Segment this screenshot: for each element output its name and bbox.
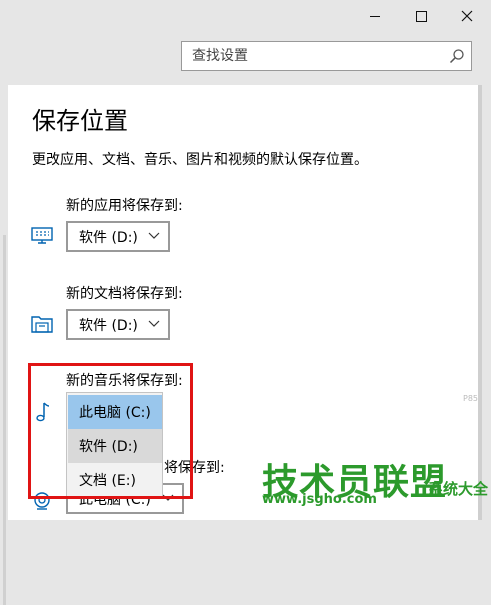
title-bar	[0, 0, 491, 34]
docs-save-value: 软件 (D:)	[79, 317, 138, 334]
docs-save-label: 新的文档将保存到:	[66, 286, 183, 302]
page-title: 保存位置	[32, 107, 128, 135]
chevron-down-icon	[148, 320, 160, 327]
search-box[interactable]	[181, 41, 472, 71]
monitor-icon	[31, 227, 53, 244]
folder-icon	[31, 316, 53, 333]
page-description: 更改应用、文档、音乐、图片和视频的默认保存位置。	[32, 152, 368, 168]
left-scroll-track	[3, 235, 6, 605]
search-input[interactable]	[192, 42, 432, 70]
scrollbar[interactable]	[478, 85, 482, 520]
watermark-extra: 系统大全	[428, 480, 489, 498]
watermark-small: P85.COM	[463, 394, 478, 403]
chevron-down-icon	[148, 232, 160, 239]
docs-save-dropdown[interactable]: 软件 (D:)	[66, 309, 170, 340]
maximize-icon	[415, 10, 427, 22]
apps-save-label: 新的应用将保存到:	[66, 198, 183, 214]
close-button[interactable]	[444, 0, 490, 32]
maximize-button[interactable]	[398, 0, 444, 32]
close-icon	[461, 10, 473, 22]
minimize-icon	[370, 15, 380, 17]
watermark-url: www.jsgho.com	[262, 492, 377, 507]
left-edge	[0, 85, 8, 605]
apps-save-dropdown[interactable]: 软件 (D:)	[66, 221, 170, 252]
highlight-box	[28, 363, 193, 499]
minimize-button[interactable]	[352, 0, 398, 32]
search-icon[interactable]	[449, 48, 465, 64]
settings-window: 保存位置 更改应用、文档、音乐、图片和视频的默认保存位置。 新的应用将保存到: …	[0, 0, 491, 605]
apps-save-value: 软件 (D:)	[79, 229, 138, 246]
